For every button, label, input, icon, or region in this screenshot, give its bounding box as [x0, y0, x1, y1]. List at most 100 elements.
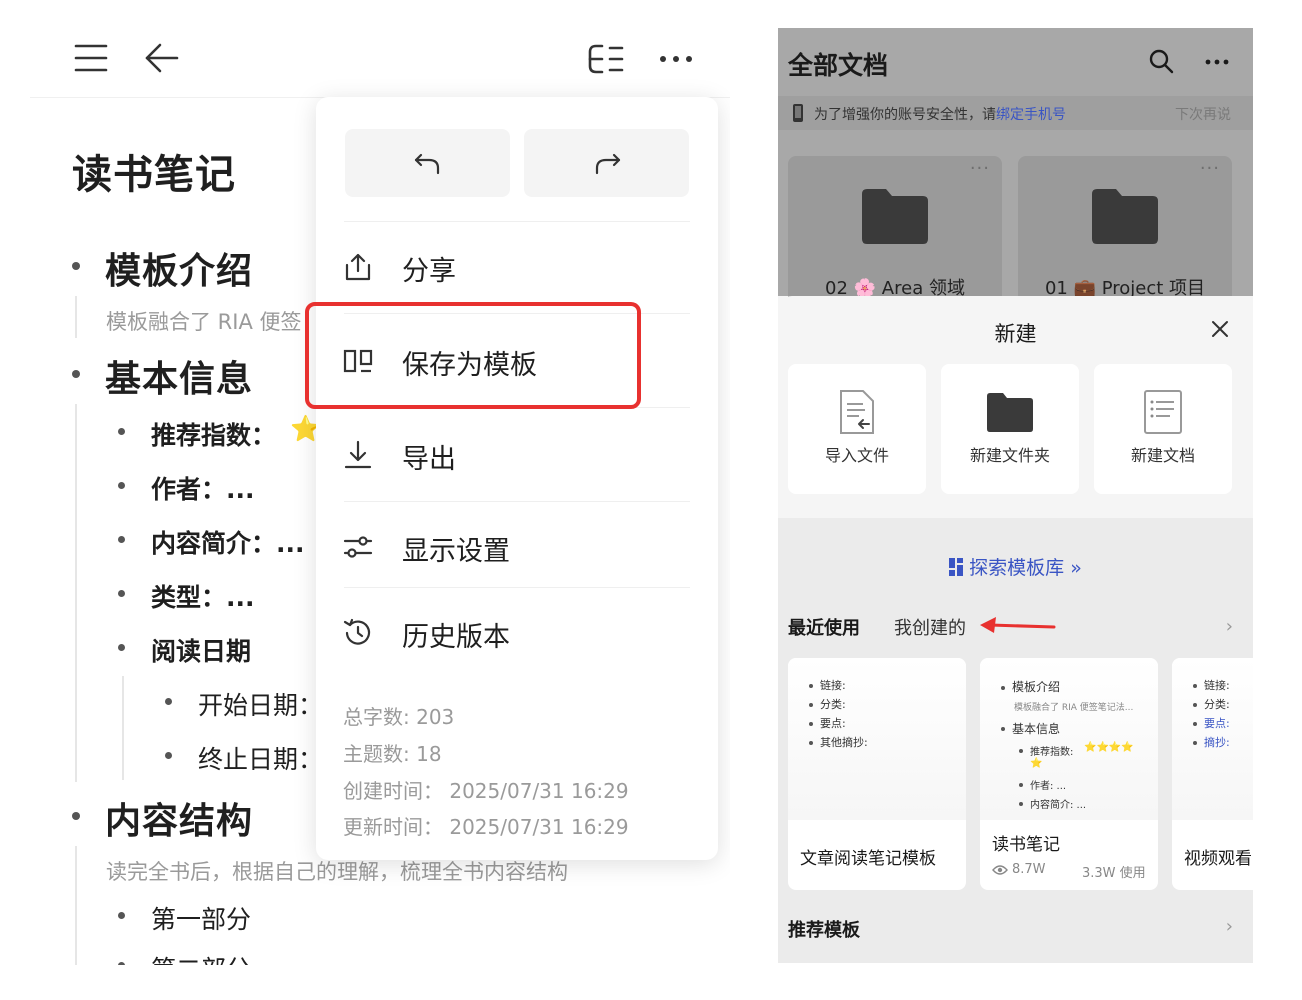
outline-guide-line [75, 846, 77, 965]
stat-created-time: 创建时间： 2025/07/31 16:29 [343, 779, 629, 803]
menu-icon[interactable] [74, 42, 108, 74]
bullet-dot [72, 812, 80, 820]
preview-line: 推荐指数: [1030, 747, 1074, 758]
outline-toggle-icon[interactable] [586, 42, 626, 76]
bullet-dot [1019, 802, 1023, 806]
preview-line: 作者: ... [1030, 781, 1067, 792]
outline-note-intro[interactable]: 模板融合了 RIA 便签 [106, 306, 302, 336]
outline-item-read-date[interactable]: 阅读日期 [151, 632, 251, 668]
outline-item-summary[interactable]: 内容简介：... [151, 524, 305, 560]
bullet-dot [118, 644, 125, 651]
menu-divider [344, 501, 690, 502]
new-folder-button[interactable]: 新建文件夹 [941, 364, 1079, 494]
menu-item-label: 显示设置 [402, 536, 510, 567]
chevron-right-icon[interactable]: › [1226, 916, 1233, 937]
bullet-dot [1001, 686, 1005, 690]
document-title[interactable]: 读书笔记 [72, 142, 236, 200]
menu-item-share[interactable]: 分享 [316, 227, 718, 307]
template-name: 视频观看 [1184, 849, 1252, 869]
outline-item-type[interactable]: 类型：... [151, 578, 255, 614]
bullet-dot [1019, 783, 1023, 787]
bullet-dot [72, 262, 80, 270]
all-documents-panel: 全部文档 为了增强你的账号安全性，请绑定手机号 下次再说 ··· 02 🌸 Ar… [778, 28, 1253, 963]
recommended-templates-heading[interactable]: 推荐模板 [788, 916, 860, 942]
template-library-icon [949, 558, 964, 576]
outline-item-part2[interactable]: 第二部分 [151, 950, 251, 965]
preview-line: 其他摘抄: [820, 736, 868, 749]
outline-guide-line [75, 296, 77, 338]
template-card[interactable]: 链接: 分类: 要点: 摘抄: 视频观看 [1172, 658, 1253, 890]
bind-phone-link[interactable]: 绑定手机号 [996, 107, 1066, 123]
outline-guide-line [75, 404, 77, 782]
menu-item-display-settings[interactable]: 显示设置 [316, 507, 718, 587]
folder-card[interactable]: ··· 02 🌸 Area 领域 [788, 156, 1002, 306]
outline-note-structure[interactable]: 读完全书后，根据自己的理解，梳理全书内容结构 [106, 856, 568, 886]
preview-line: 内容简介: ... [1030, 800, 1087, 811]
star-icon: ⭐⭐⭐⭐ [1084, 742, 1134, 753]
preview-line: 链接: [1204, 679, 1230, 692]
more-options-icon[interactable] [1204, 58, 1230, 66]
template-section: 探索模板库 » 最近使用 我创建的 › 链接: 分类: 要点: 其他摘抄: 文章… [778, 518, 1253, 963]
folder-more-icon[interactable]: ··· [970, 158, 990, 179]
bullet-dot [118, 962, 125, 965]
menu-item-history[interactable]: 历史版本 [316, 593, 718, 673]
template-preview: 链接: 分类: 要点: 其他摘抄: [788, 658, 966, 820]
bullet-dot [118, 428, 125, 435]
back-arrow-icon[interactable] [144, 42, 180, 74]
outline-item-end-date[interactable]: 终止日期： [198, 740, 323, 776]
view-count: 8.7W [1012, 862, 1046, 877]
redo-button[interactable] [524, 129, 689, 197]
search-icon[interactable] [1148, 48, 1174, 74]
outline-heading-basic[interactable]: 基本信息 [105, 350, 253, 402]
close-icon[interactable] [1211, 320, 1229, 338]
bullet-dot [809, 722, 813, 726]
redo-icon [595, 153, 621, 175]
dismiss-notice-button[interactable]: 下次再说 [1175, 104, 1231, 124]
bullet-dot [1001, 727, 1005, 731]
import-file-button[interactable]: 导入文件 [788, 364, 926, 494]
menu-item-label: 历史版本 [402, 622, 510, 653]
preview-line: 分类: [1204, 698, 1230, 711]
menu-item-label: 导出 [402, 444, 456, 475]
template-card[interactable]: 链接: 分类: 要点: 其他摘抄: 文章阅读笔记模板 [788, 658, 966, 890]
phone-icon [793, 104, 803, 122]
template-card[interactable]: 模板介绍 模板融合了 RIA 便签笔记法... 基本信息 推荐指数: ⭐⭐⭐⭐ … [980, 658, 1158, 890]
folder-card[interactable]: ··· 01 💼 Project 项目 [1018, 156, 1232, 306]
new-item-sheet: 新建 导入文件 新建文件夹 新建文档 探索模板库 » 最近使用 我创建的 › 链… [778, 296, 1253, 963]
more-options-icon[interactable] [658, 54, 694, 64]
folder-more-icon[interactable]: ··· [1200, 158, 1220, 179]
folder-icon [1092, 189, 1158, 244]
eye-icon [992, 865, 1008, 875]
outline-item-author[interactable]: 作者：... [151, 470, 255, 506]
action-label: 新建文档 [1130, 446, 1195, 465]
chevron-right-icon[interactable]: › [1226, 616, 1233, 637]
download-icon [344, 440, 372, 469]
outline-item-start-date[interactable]: 开始日期： [198, 686, 323, 722]
new-document-button[interactable]: 新建文档 [1094, 364, 1232, 494]
outline-item-part1[interactable]: 第一部分 [151, 900, 251, 936]
menu-item-export[interactable]: 导出 [316, 415, 718, 495]
use-count: 3.3W 使用 [1082, 866, 1146, 881]
bullet-dot [809, 684, 813, 688]
security-notice-bar: 为了增强你的账号安全性，请绑定手机号 下次再说 [778, 96, 1253, 130]
bullet-dot [118, 536, 125, 543]
action-label: 导入文件 [824, 446, 889, 465]
outline-heading-structure[interactable]: 内容结构 [105, 792, 253, 844]
bullet-dot [1193, 741, 1197, 745]
tab-recent[interactable]: 最近使用 [788, 614, 860, 640]
stat-topic-count: 主题数: 18 [343, 742, 442, 766]
undo-button[interactable] [345, 129, 510, 197]
preview-line: 摘抄: [1204, 736, 1230, 749]
bullet-dot [165, 752, 172, 759]
outline-item-recommend[interactable]: 推荐指数： [151, 416, 276, 452]
bullet-dot [809, 703, 813, 707]
bullet-dot [118, 590, 125, 597]
explore-template-library-link[interactable]: 探索模板库 » [778, 553, 1253, 580]
undo-icon [414, 153, 440, 175]
preview-line: 基本信息 [1012, 722, 1061, 736]
bullet-dot [118, 482, 125, 489]
folder-icon [987, 393, 1033, 432]
outline-heading-intro[interactable]: 模板介绍 [105, 242, 253, 294]
preview-line: 模板介绍 [1012, 680, 1061, 694]
tab-my-created[interactable]: 我创建的 [894, 614, 966, 640]
